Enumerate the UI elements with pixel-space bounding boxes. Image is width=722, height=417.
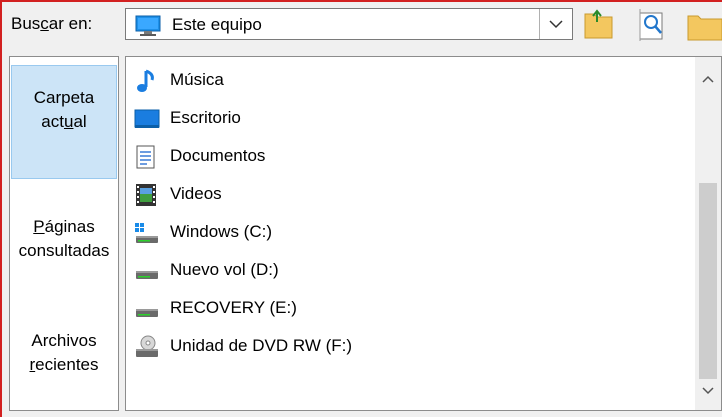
- videos-icon: [134, 183, 160, 207]
- desktop-icon: [134, 107, 160, 131]
- place-label: Carpeta: [33, 88, 95, 107]
- place-label: actual: [41, 112, 87, 131]
- dvd-drive-icon: [134, 335, 160, 359]
- documents-icon: [134, 145, 160, 169]
- place-label: Páginas: [33, 217, 95, 236]
- file-name: Escritorio: [170, 108, 241, 127]
- file-name: Unidad de DVD RW (F:): [170, 336, 353, 355]
- dropdown-arrow-button[interactable]: [539, 9, 572, 39]
- new-folder-button[interactable]: [684, 8, 722, 42]
- chevron-down-icon: [702, 387, 714, 395]
- view-menu-button[interactable]: [637, 8, 675, 42]
- new-folder-icon: [687, 15, 722, 41]
- window-border-top: [0, 0, 722, 2]
- look-in-value: Este equipo: [172, 15, 262, 34]
- this-pc-icon: [134, 15, 162, 36]
- file-name: RECOVERY (E:): [170, 298, 297, 317]
- place-label: recientes: [29, 355, 99, 374]
- file-name: Nuevo vol (D:): [170, 260, 279, 279]
- file-name: Videos: [170, 184, 222, 203]
- windows-drive-icon: [134, 221, 160, 245]
- file-name: Windows (C:): [170, 222, 273, 241]
- file-list: Música Escritorio Documentos Videos Wind…: [125, 56, 722, 411]
- chevron-up-icon: [702, 75, 714, 83]
- window-border-left: [0, 0, 2, 417]
- place-recent-files[interactable]: Archivos recientes: [11, 329, 117, 377]
- place-current-folder[interactable]: Carpeta actual: [11, 65, 117, 179]
- up-folder-button[interactable]: [580, 8, 618, 42]
- scrollbar-thumb[interactable]: [699, 183, 717, 379]
- music-icon: [134, 69, 160, 93]
- drive-icon: [134, 259, 160, 283]
- drive-icon: [134, 297, 160, 321]
- up-folder-icon: [584, 9, 613, 39]
- look-in-dropdown[interactable]: Este equipo: [125, 8, 573, 40]
- scroll-up-button[interactable]: [695, 57, 721, 97]
- places-bar: Carpeta actual Páginas consultadas Archi…: [9, 56, 119, 411]
- chevron-down-icon: [549, 20, 563, 29]
- place-label: Archivos: [31, 331, 97, 350]
- vertical-scrollbar[interactable]: [695, 57, 721, 410]
- look-in-label: Buscar en:: [11, 14, 93, 33]
- place-visited-pages[interactable]: Páginas consultadas: [11, 215, 117, 263]
- file-name: Documentos: [170, 146, 266, 165]
- file-name: Música: [170, 70, 224, 89]
- scroll-down-button[interactable]: [695, 374, 721, 410]
- view-menu-icon: [639, 9, 663, 41]
- place-label: consultadas: [18, 241, 110, 260]
